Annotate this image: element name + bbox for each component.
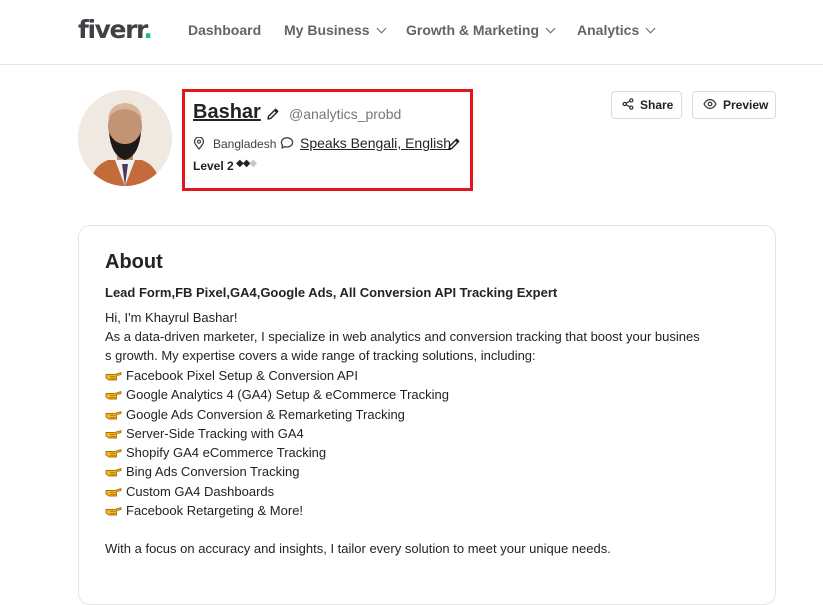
level-diamonds: ◆◆◆ [236,158,257,169]
share-icon [622,97,634,113]
profile-country: Bangladesh [213,137,277,151]
about-closing: With a focus on accuracy and insights, I… [105,541,611,556]
about-bullet-item: Google Analytics 4 (GA4) Setup & eCommer… [105,385,449,404]
share-button[interactable]: Share [611,91,682,119]
about-bullet-label: Google Analytics 4 (GA4) Setup & eCommer… [126,387,449,403]
logo-dot: . [143,15,153,44]
chevron-down-icon [645,23,656,34]
nav-dashboard[interactable]: Dashboard [188,22,261,38]
nav-growth-marketing[interactable]: Growth & Marketing [406,22,556,38]
hand-pointing-icon [105,483,122,496]
nav-analytics[interactable]: Analytics [577,22,656,38]
about-bullet-item: Facebook Retargeting & More! [105,501,303,520]
nav-my-business[interactable]: My Business [284,22,387,38]
edit-name-pencil-icon[interactable] [266,107,280,126]
about-bullet-label: Shopify GA4 eCommerce Tracking [126,445,327,460]
about-bullet-label: Google Ads Conversion & Remarketing Trac… [126,406,405,422]
about-bullet-label: Server-Side Tracking with GA4 [126,425,304,441]
logo-text: fiverr [78,15,145,44]
about-bullet-label: Custom GA4 Dashboards [126,483,275,499]
chevron-down-icon [545,23,556,34]
profile-avatar[interactable] [78,90,172,186]
nav-my-business-label: My Business [284,22,370,38]
about-bullet-item: Facebook Pixel Setup & Conversion API [105,366,358,385]
about-bullet-item: Shopify GA4 eCommerce Tracking [105,443,326,462]
about-bullet-item: Server-Side Tracking with GA4 [105,424,304,443]
preview-label: Preview [723,98,769,112]
nav-growth-marketing-label: Growth & Marketing [406,22,540,38]
hand-pointing-icon [105,367,122,381]
nav-dashboard-label: Dashboard [188,22,262,38]
profile-username: @analytics_probd [289,106,402,122]
about-tagline: Lead Form,FB Pixel,GA4,Google Ads, All C… [105,285,558,300]
nav-analytics-label: Analytics [577,22,640,38]
fiverr-logo[interactable]: fiverr. [78,15,153,44]
share-label: Share [640,98,674,112]
hand-pointing-icon [105,463,122,477]
profile-languages[interactable]: Speaks Bengali, English [300,135,451,151]
chevron-down-icon [376,23,387,34]
about-bullet-item: Google Ads Conversion & Remarketing Trac… [105,405,405,424]
location-pin-icon [193,136,205,155]
about-intro-line1: As a data-driven marketer, I specialize … [105,329,700,344]
hand-pointing-icon [105,425,122,439]
about-bullet-item: Bing Ads Conversion Tracking [105,462,299,481]
seller-level: Level 2 [193,159,234,173]
about-bullet-label: Facebook Retargeting & More! [126,502,304,518]
about-bullet-label: Facebook Pixel Setup & Conversion API [126,368,358,383]
about-intro-line2: s growth. My expertise covers a wide ran… [105,348,536,363]
about-bullet-item: Custom GA4 Dashboards [105,482,274,501]
hand-pointing-icon [105,406,122,419]
edit-languages-pencil-icon[interactable] [447,137,461,156]
level-diamond-filled-icon: ◆ [236,158,244,169]
top-navbar: fiverr. Dashboard My Business Growth & M… [0,0,823,65]
hand-pointing-icon [105,444,122,458]
hand-pointing-icon [105,386,122,400]
hand-pointing-icon [105,502,122,516]
speech-bubble-icon [280,136,294,155]
about-greeting: Hi, I'm Khayrul Bashar! [105,310,238,325]
about-title: About [105,251,163,273]
preview-button[interactable]: Preview [692,91,776,119]
eye-icon [703,98,717,113]
about-bullet-label: Bing Ads Conversion Tracking [126,464,300,480]
profile-name[interactable]: Bashar [193,101,261,124]
level-diamond-empty-icon: ◆ [249,158,257,169]
avatar-photo [78,90,172,186]
